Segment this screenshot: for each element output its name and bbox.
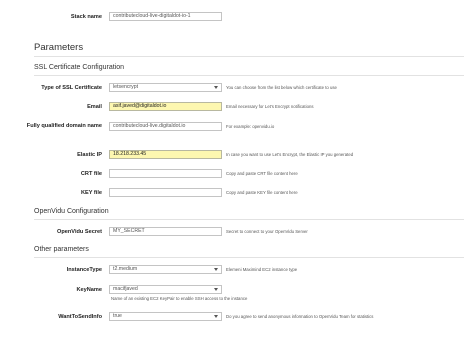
ssl-type-value: letsencrypt — [113, 84, 139, 90]
send-info-value: true — [113, 313, 122, 319]
keyname-description: Name of an existing EC2 KeyPair to enabl… — [111, 296, 248, 301]
keyname-select[interactable]: macifjaved — [109, 285, 222, 294]
instance-type-label: InstanceType — [66, 267, 102, 273]
openvidu-config-heading: OpenVidu Configuration — [34, 208, 109, 215]
ssl-type-description: You can choose from the list below which… — [226, 85, 337, 90]
ssl-type-label: Type of SSL Certificate — [41, 85, 102, 91]
crt-file-description: Copy and paste CRT file content here — [226, 171, 298, 176]
instance-type-select[interactable]: t2.medium — [109, 265, 222, 274]
chevron-down-icon — [214, 86, 218, 89]
parameters-divider — [34, 56, 464, 57]
fqdn-description: For example: openvidu.io — [226, 124, 275, 129]
other-parameters-heading: Other parameters — [34, 246, 89, 253]
fqdn-label: Fully qualified domain name — [26, 123, 102, 129]
openvidu-secret-label: OpenVidu Secret — [57, 229, 102, 235]
fqdn-input[interactable]: contributecloud-live.digitaldot.io — [109, 122, 222, 131]
send-info-label: WantToSendInfo — [58, 314, 102, 320]
chevron-down-icon — [214, 288, 218, 291]
send-info-select[interactable]: true — [109, 312, 222, 321]
elastic-ip-label: Elastic IP — [77, 152, 102, 158]
keyname-value: macifjaved — [113, 286, 138, 292]
chevron-down-icon — [214, 315, 218, 318]
crt-file-input[interactable] — [109, 169, 222, 178]
ssl-config-heading: SSL Certificate Configuration — [34, 64, 125, 71]
instance-type-value: t2.medium — [113, 266, 138, 272]
send-info-description: Do you agree to send anonymous informati… — [226, 314, 374, 319]
keyname-label: KeyName — [76, 287, 103, 293]
openvidu-secret-description: Secret to connect to your OpenVidu Serve… — [226, 229, 308, 234]
email-input[interactable]: asif.javed@digitaldot.io — [109, 102, 222, 111]
chevron-down-icon — [214, 268, 218, 271]
crt-file-label: CRT file — [80, 171, 102, 177]
parameters-heading: Parameters — [34, 42, 84, 53]
elastic-ip-description: In case you want to use Let's Encrypt, t… — [226, 152, 354, 157]
email-label: Email — [87, 104, 102, 110]
instance-type-description: Elemeni Maximind EC2 instance type — [226, 267, 298, 272]
email-description: Email necessary for Let's Encrypt notifi… — [226, 104, 314, 109]
ssl-type-select[interactable]: letsencrypt — [109, 83, 222, 92]
other-parameters-divider — [34, 257, 464, 258]
stack-name-input[interactable]: contributecloud-live-digitaldot-io-1 — [109, 12, 222, 21]
ssl-config-divider — [34, 75, 464, 76]
key-file-input[interactable] — [109, 188, 222, 197]
elastic-ip-input[interactable]: 18.218.233.45 — [109, 150, 222, 159]
openvidu-secret-input[interactable]: MY_SECRET — [109, 227, 222, 236]
key-file-description: Copy and paste KEY file content here — [226, 190, 298, 195]
openvidu-config-divider — [34, 219, 464, 220]
key-file-label: KEY file — [80, 190, 102, 196]
stack-name-label: Stack name — [70, 14, 102, 20]
